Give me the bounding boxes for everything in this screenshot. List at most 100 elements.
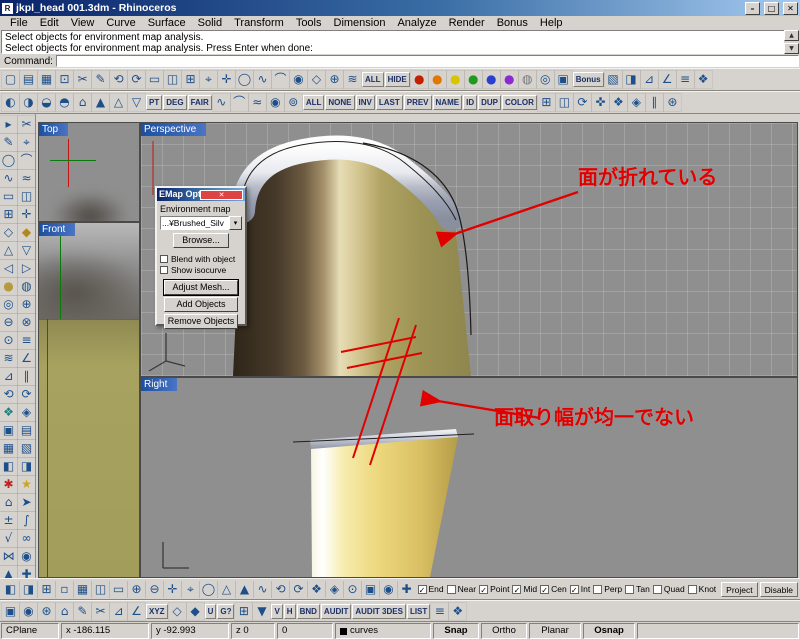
toolbar-icon[interactable]: ▲: [91, 93, 110, 112]
osnap-item[interactable]: Knot: [687, 584, 716, 594]
menu-item[interactable]: Curve: [100, 16, 141, 30]
toolbar-icon[interactable]: ▦: [73, 580, 92, 598]
menu-item[interactable]: Tools: [290, 16, 328, 30]
toolbar-icon[interactable]: ◫: [163, 70, 182, 89]
menu-item[interactable]: View: [65, 16, 101, 30]
toolbar-icon[interactable]: ❖: [307, 580, 326, 598]
tool-icon[interactable]: ▣: [0, 421, 18, 440]
environment-map-dropdown[interactable]: ...¥Brushed_Silv: [160, 216, 229, 230]
tool-icon[interactable]: ∫: [17, 511, 36, 530]
toolbar-icon[interactable]: ∠: [657, 70, 677, 89]
toolbar-icon[interactable]: ◆: [185, 601, 205, 621]
tool-icon[interactable]: ≋: [0, 349, 18, 368]
toolbar-icon[interactable]: ⊚: [283, 93, 303, 112]
toolbar-icon[interactable]: ⊙: [343, 580, 362, 598]
scroll-up-icon[interactable]: ▲: [784, 30, 799, 41]
toolbar-icon[interactable]: ●: [445, 70, 465, 89]
tool-icon[interactable]: ∥: [17, 367, 36, 386]
toolbar-icon[interactable]: ◯: [235, 70, 254, 89]
toolbar-icon[interactable]: ID: [463, 95, 478, 110]
tool-icon[interactable]: √: [0, 529, 18, 548]
toolbar-icon[interactable]: ⊞: [234, 601, 254, 621]
osnap-toggle[interactable]: Osnap: [583, 623, 635, 639]
toolbar-icon[interactable]: ⌒: [271, 70, 290, 89]
tool-icon[interactable]: ⌖: [17, 133, 36, 152]
toolbar-icon[interactable]: ❖: [693, 70, 713, 89]
viewport-top[interactable]: Top: [38, 122, 140, 222]
disable-button[interactable]: Disable: [759, 581, 798, 597]
tool-icon[interactable]: ◈: [17, 403, 36, 422]
add-objects-button[interactable]: Add Objects: [164, 297, 238, 312]
toolbar-icon[interactable]: ◎: [535, 70, 555, 89]
tool-icon[interactable]: △: [0, 241, 18, 260]
toolbar-icon[interactable]: ⊕: [127, 580, 146, 598]
tool-icon[interactable]: ➤: [17, 493, 36, 512]
tool-icon[interactable]: ✱: [0, 475, 18, 494]
blend-checkbox[interactable]: [160, 254, 168, 263]
toolbar-icon[interactable]: ⊞: [37, 580, 56, 598]
tool-icon[interactable]: ±: [0, 511, 18, 530]
toolbar-icon[interactable]: ⌒: [229, 93, 249, 112]
menu-item[interactable]: Bonus: [491, 16, 534, 30]
planar-toggle[interactable]: Planar: [529, 623, 581, 639]
snap-toggle[interactable]: Snap: [433, 623, 479, 639]
viewport-top-label[interactable]: Top: [39, 123, 69, 136]
toolbar-icon[interactable]: INV: [355, 95, 375, 110]
scroll-down-icon[interactable]: ▼: [784, 43, 799, 54]
toolbar-icon[interactable]: ❖: [608, 93, 628, 112]
toolbar-icon[interactable]: XYZ: [146, 603, 168, 619]
tool-icon[interactable]: ≡: [17, 331, 36, 350]
isocurve-checkbox[interactable]: [160, 265, 168, 274]
tool-icon[interactable]: ⋈: [0, 547, 18, 566]
toolbar-icon[interactable]: ≈: [247, 93, 267, 112]
toolbar-icon[interactable]: ✂: [91, 601, 110, 621]
remove-objects-button[interactable]: Remove Objects: [164, 314, 238, 329]
maximize-button[interactable]: □: [764, 1, 779, 15]
toolbar-icon[interactable]: ∥: [644, 93, 664, 112]
toolbar-icon[interactable]: Bonus: [572, 72, 604, 87]
tool-icon[interactable]: ⊙: [0, 331, 18, 350]
toolbar-icon[interactable]: ◐: [1, 93, 20, 112]
menu-item[interactable]: Edit: [34, 16, 65, 30]
toolbar-icon[interactable]: NAME: [432, 95, 463, 110]
osnap-checkbox-end[interactable]: ✓: [417, 584, 427, 595]
toolbar-icon[interactable]: ▦: [37, 70, 56, 89]
toolbar-icon[interactable]: ▫: [55, 580, 74, 598]
browse-button[interactable]: Browse...: [173, 233, 229, 248]
layer-cell[interactable]: curves: [335, 623, 431, 639]
toolbar-icon[interactable]: ⊕: [325, 70, 344, 89]
menu-item[interactable]: File: [4, 16, 34, 30]
osnap-item[interactable]: ✓ Mid: [512, 584, 537, 595]
menu-item[interactable]: Solid: [192, 16, 228, 30]
viewport-right-label[interactable]: Right: [141, 378, 178, 391]
toolbar-icon[interactable]: ⊡: [55, 70, 74, 89]
toolbar-icon[interactable]: ◓: [55, 93, 74, 112]
toolbar-icon[interactable]: ▽: [127, 93, 146, 112]
toolbar-icon[interactable]: ∿: [211, 93, 231, 112]
toolbar-icon[interactable]: V: [271, 603, 283, 619]
osnap-item[interactable]: Tan: [625, 584, 650, 594]
dialog-title-bar[interactable]: EMap Options ✕: [157, 188, 245, 201]
osnap-checkbox-int[interactable]: ✓: [569, 584, 579, 595]
toolbar-icon[interactable]: ❖: [448, 601, 468, 621]
tool-icon[interactable]: ≈: [17, 169, 36, 188]
toolbar-icon[interactable]: △: [109, 93, 128, 112]
adjust-mesh-button[interactable]: Adjust Mesh...: [163, 279, 239, 296]
toolbar-icon[interactable]: ▣: [553, 70, 573, 89]
toolbar-icon[interactable]: FAIR: [187, 95, 212, 110]
toolbar-icon[interactable]: COLOR: [501, 95, 537, 110]
toolbar-icon[interactable]: ●: [481, 70, 501, 89]
tool-icon[interactable]: ▸: [0, 115, 18, 134]
toolbar-icon[interactable]: ⊞: [181, 70, 200, 89]
toolbar-icon[interactable]: AUDIT 3DES: [352, 603, 406, 619]
osnap-checkbox-cen[interactable]: ✓: [540, 584, 550, 595]
toolbar-icon[interactable]: AUDIT: [320, 603, 352, 619]
dropdown-arrow-icon[interactable]: ▾: [229, 216, 242, 230]
toolbar-icon[interactable]: PREV: [403, 95, 432, 110]
tool-icon[interactable]: ✎: [0, 133, 18, 152]
tool-icon[interactable]: ▧: [17, 439, 36, 458]
toolbar-icon[interactable]: ALL: [302, 95, 325, 110]
toolbar-icon[interactable]: ●: [409, 70, 429, 89]
project-button[interactable]: Project: [721, 581, 758, 597]
isocurve-checkbox-row[interactable]: Show isocurve: [160, 264, 242, 275]
